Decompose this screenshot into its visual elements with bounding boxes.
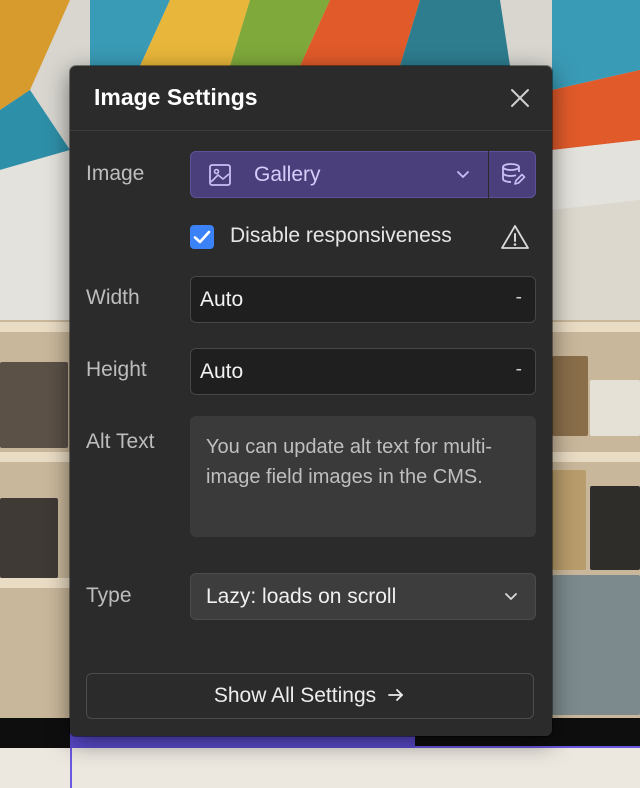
width-input[interactable]: Auto - [190, 276, 536, 323]
show-all-settings-label: Show All Settings [213, 684, 377, 707]
book [0, 498, 58, 578]
alt-text-info-box: You can update alt text for multi-image … [190, 416, 536, 537]
height-unit-select[interactable]: - [516, 359, 522, 381]
alt-text-label: Alt Text [86, 430, 155, 453]
book [0, 362, 68, 448]
image-source-select: Gallery [190, 151, 536, 198]
chevron-down-icon [505, 593, 517, 600]
canvas-floor [0, 748, 640, 788]
book [552, 575, 640, 715]
height-input[interactable]: Auto - [190, 348, 536, 395]
chevron-down-icon [457, 171, 469, 178]
panel-title: Image Settings [94, 84, 258, 110]
height-value: Auto [200, 360, 244, 383]
image-settings-panel: Image Settings Image Gallery Disable res… [70, 66, 552, 736]
book [552, 356, 588, 436]
selection-outline [70, 748, 72, 788]
image-source-dropdown[interactable]: Gallery [190, 151, 488, 198]
type-label: Type [86, 584, 132, 607]
book [590, 380, 640, 436]
image-source-value: Gallery [254, 163, 321, 186]
cms-binding-button[interactable] [489, 151, 536, 198]
height-label: Height [86, 358, 147, 381]
close-icon [511, 89, 529, 107]
disable-responsiveness-label[interactable]: Disable responsiveness [230, 224, 452, 248]
disable-responsiveness-checkbox[interactable] [190, 225, 214, 249]
loading-type-select[interactable]: Lazy: loads on scroll [190, 573, 536, 620]
width-label: Width [86, 286, 140, 309]
warning-icon[interactable] [500, 223, 530, 251]
show-all-settings-content: Show All Settings [86, 684, 534, 708]
show-all-settings-button[interactable]: Show All Settings [86, 673, 534, 719]
panel-header: Image Settings [70, 66, 552, 131]
database-edit-icon [502, 163, 526, 185]
selection-outline [415, 746, 640, 748]
book [552, 470, 586, 570]
image-label: Image [86, 162, 145, 185]
loading-type-value: Lazy: loads on scroll [206, 585, 397, 608]
book [590, 486, 640, 570]
width-value: Auto [200, 288, 244, 311]
arrow-right-icon [388, 689, 404, 701]
alt-text-message: You can update alt text for multi-image … [206, 436, 493, 488]
checkmark-icon [193, 230, 211, 244]
width-unit-select[interactable]: - [516, 287, 522, 309]
image-icon [209, 164, 231, 186]
close-button[interactable] [506, 84, 534, 112]
